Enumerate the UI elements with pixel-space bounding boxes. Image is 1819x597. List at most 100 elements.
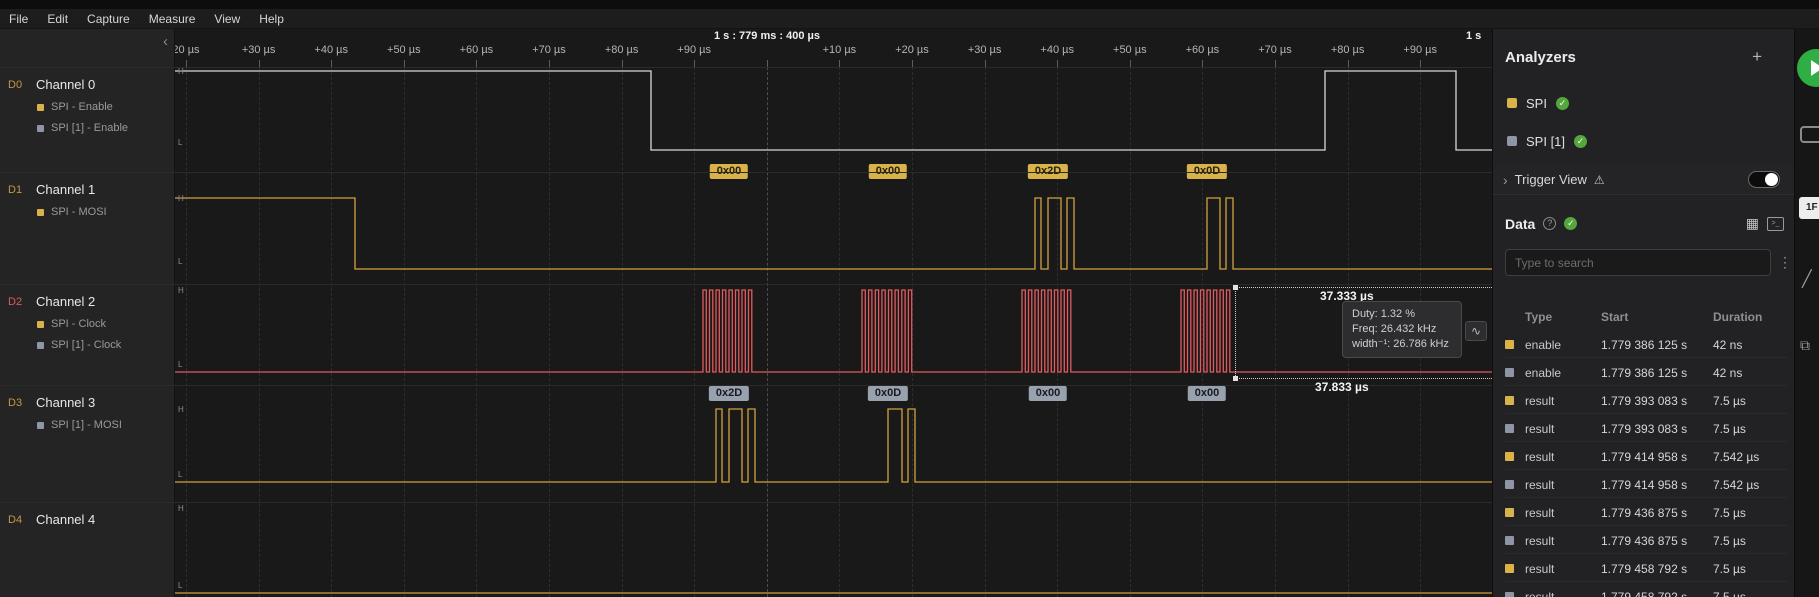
chevron-right-icon: ›: [1503, 171, 1508, 188]
ruler-tick: [766, 60, 768, 67]
column-type[interactable]: Type: [1525, 310, 1601, 324]
table-view-icon[interactable]: ▦: [1746, 215, 1759, 232]
ruler-tick: [1202, 60, 1204, 67]
data-table-row[interactable]: result 1.779 393 083 s 7.5 µs: [1505, 416, 1788, 442]
cell-type: result: [1525, 449, 1555, 464]
cell-start: 1.779 386 125 s: [1601, 365, 1688, 380]
menu-item-file[interactable]: File: [9, 12, 28, 26]
data-table-row[interactable]: result 1.779 458 792 s 7.5 µs: [1505, 584, 1788, 597]
start-capture-button[interactable]: [1797, 49, 1819, 87]
channel-label-d0[interactable]: D0 Channel 0 SPI - Enable SPI [1] - Enab…: [0, 67, 174, 172]
channel-id: D1: [8, 183, 23, 196]
level-low-label: L: [178, 360, 183, 369]
cell-type: result: [1525, 561, 1555, 576]
ruler-major-label: 1 s : 779 ms : 400 µs: [713, 30, 821, 42]
help-icon[interactable]: ?: [1543, 217, 1557, 230]
waveform-d3[interactable]: H L 0x2D 0x0D 0x00 0x00: [175, 385, 1492, 502]
warning-icon: ⚠: [1593, 172, 1605, 187]
measurements-icon[interactable]: ╱: [1802, 269, 1812, 289]
analyzer-color-chip: [1507, 136, 1517, 146]
cell-start: 1.779 393 083 s: [1601, 393, 1688, 408]
decoded-byte-badge[interactable]: 0x0D: [867, 386, 909, 401]
column-start[interactable]: Start: [1601, 310, 1713, 324]
data-table-row[interactable]: result 1.779 393 083 s 7.5 µs: [1505, 388, 1788, 414]
analyzer-item-spi[interactable]: SPI ✓: [1507, 93, 1569, 113]
analyzer-color-chip: [37, 341, 44, 349]
data-table-row[interactable]: result 1.779 436 875 s 7.5 µs: [1505, 500, 1788, 526]
level-high-label: H: [178, 504, 184, 513]
annotations-icon[interactable]: ⧉: [1800, 337, 1810, 354]
trigger-view-toggle[interactable]: [1748, 171, 1780, 188]
cell-start: 1.779 458 792 s: [1601, 561, 1688, 576]
add-analyzer-button[interactable]: +: [1752, 47, 1762, 67]
channel-name: Channel 2: [36, 294, 96, 309]
ruler-tick-label: +40 µs: [314, 44, 348, 56]
row-color-chip: [1505, 508, 1514, 517]
ruler-tick-label: 20 µs: [175, 44, 200, 56]
cell-start: 1.779 393 083 s: [1601, 421, 1688, 436]
collapse-panel-icon[interactable]: ‹: [163, 34, 168, 49]
ruler-tick: [476, 60, 478, 67]
analyzer-item-spi-1-[interactable]: SPI [1] ✓: [1507, 131, 1588, 151]
analyzer-color-chip: [37, 124, 44, 132]
more-options-icon[interactable]: ⋮: [1778, 254, 1792, 271]
cell-duration: 7.542 µs: [1713, 477, 1760, 492]
data-table-row[interactable]: result 1.779 436 875 s 7.5 µs: [1505, 528, 1788, 554]
data-table-row[interactable]: result 1.779 414 958 s 7.542 µs: [1505, 472, 1788, 498]
channel-label-d3[interactable]: D3 Channel 3 SPI [1] - MOSI: [0, 385, 174, 502]
waveform-d0[interactable]: H L: [175, 67, 1492, 172]
cell-duration: 7.5 µs: [1713, 393, 1746, 408]
data-table-row[interactable]: enable 1.779 386 125 s 42 ns: [1505, 360, 1788, 386]
menu-item-capture[interactable]: Capture: [87, 12, 130, 26]
channel-label-d1[interactable]: D1 Channel 1 SPI - MOSI: [0, 172, 174, 284]
waveform-d4[interactable]: H L: [175, 502, 1492, 597]
waveform-rows: H L H L 0x00 0x00 0x2D 0x0D H L H L 0x2D 0x0D 0…: [175, 29, 1492, 597]
waveform-area[interactable]: 1 s : 779 ms : 400 µs 1 s 20 µs +30 µs +40…: [175, 29, 1492, 597]
row-color-chip: [1505, 480, 1514, 489]
row-color-chip: [1505, 564, 1514, 573]
waveform-d1[interactable]: H L 0x00 0x00 0x2D 0x0D: [175, 164, 1492, 284]
badge-1f[interactable]: 1F: [1799, 197, 1819, 219]
ruler-tick: [549, 60, 550, 67]
cell-type: enable: [1525, 337, 1562, 352]
channel-name: Channel 3: [36, 395, 96, 410]
menu-item-measure[interactable]: Measure: [149, 12, 196, 26]
decoded-byte-badge[interactable]: 0x00: [1187, 386, 1227, 401]
waveform-d2[interactable]: H L: [175, 284, 1492, 385]
channel-label-column: ‹ D0 Channel 0 SPI - Enable SPI [1] - En…: [0, 29, 175, 597]
data-table-row[interactable]: enable 1.779 386 125 s 42 ns: [1505, 332, 1788, 358]
waveform-trace: [175, 408, 1492, 483]
data-table-body: enable 1.779 386 125 s 42 ns enable 1.77…: [1493, 332, 1794, 597]
ruler-tick: [1347, 60, 1349, 67]
timeline-ruler[interactable]: 1 s : 779 ms : 400 µs 1 s 20 µs +30 µs +40…: [175, 29, 1492, 67]
channel-label-d4[interactable]: D4 Channel 4: [0, 502, 174, 597]
menu-item-edit[interactable]: Edit: [47, 12, 68, 26]
data-table-header: Type Start Duration: [1505, 307, 1788, 327]
channel-title: D2 Channel 2: [8, 294, 166, 309]
data-search-input[interactable]: [1505, 249, 1771, 276]
level-low-label: L: [178, 138, 183, 147]
ruler-tick: [1275, 60, 1276, 67]
analyzer-color-chip: [37, 421, 44, 429]
ruler-tick-label: +50 µs: [1113, 44, 1147, 56]
device-icon[interactable]: [1800, 126, 1819, 143]
decoded-byte-badge[interactable]: 0x2D: [708, 386, 750, 401]
data-table-row[interactable]: result 1.779 458 792 s 7.5 µs: [1505, 556, 1788, 582]
trigger-view-row[interactable]: › Trigger View ⚠: [1493, 165, 1794, 195]
cell-start: 1.779 436 875 s: [1601, 533, 1688, 548]
row-color-chip: [1505, 340, 1514, 349]
measurement-expand-button[interactable]: ∿: [1465, 321, 1487, 341]
cell-duration: 7.5 µs: [1713, 421, 1746, 436]
data-table-row[interactable]: result 1.779 414 958 s 7.542 µs: [1505, 444, 1788, 470]
terminal-view-icon[interactable]: >_: [1767, 216, 1784, 231]
analyzer-color-chip: [37, 103, 44, 111]
channel-label-d2[interactable]: D2 Channel 2 SPI - Clock SPI [1] - Clock: [0, 284, 174, 385]
menu-item-help[interactable]: Help: [259, 12, 284, 26]
channel-name: Channel 4: [36, 512, 96, 527]
cell-duration: 7.5 µs: [1713, 533, 1746, 548]
level-low-label: L: [178, 257, 183, 266]
column-duration[interactable]: Duration: [1713, 310, 1788, 324]
menu-item-view[interactable]: View: [214, 12, 240, 26]
level-low-label: L: [178, 470, 183, 479]
decoded-byte-badge[interactable]: 0x00: [1028, 386, 1068, 401]
